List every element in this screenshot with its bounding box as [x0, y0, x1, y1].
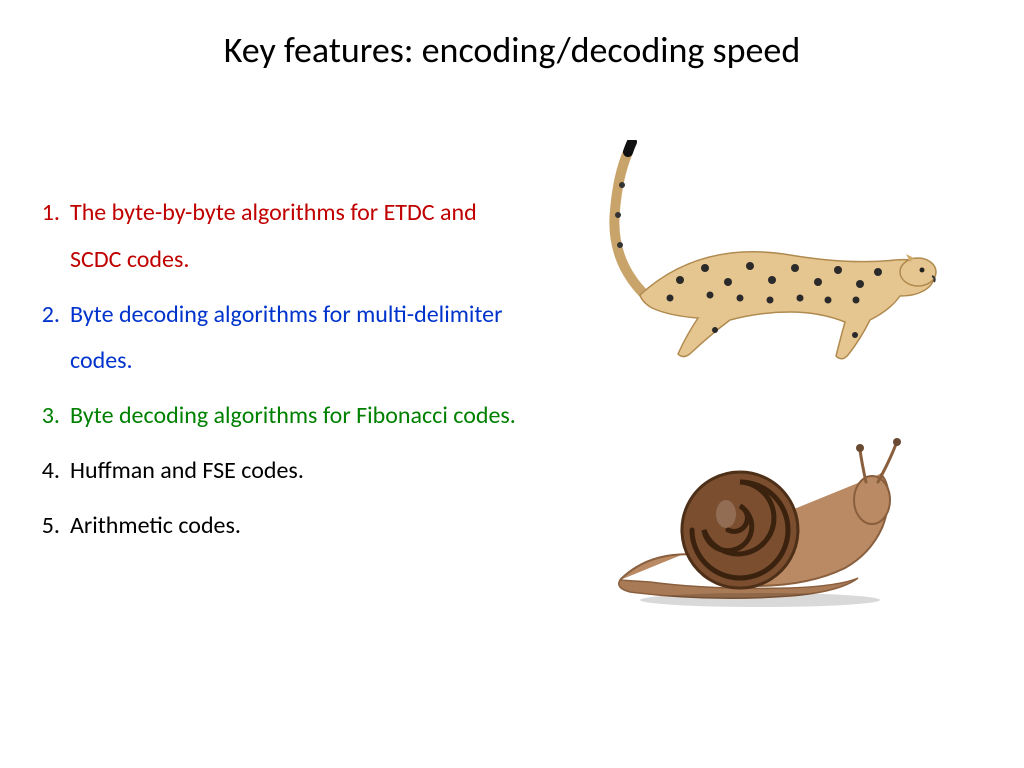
item-number: 5.: [36, 503, 70, 550]
list-item: 3. Byte decoding algorithms for Fibonacc…: [36, 393, 516, 440]
snail-icon: [590, 430, 910, 610]
item-text: Arithmetic codes.: [70, 503, 516, 550]
cheetah-icon: [560, 140, 940, 370]
item-number: 2.: [36, 292, 70, 339]
item-text: The byte-by-byte algorithms for ETDC and…: [70, 190, 516, 284]
list-item: 1. The byte-by-byte algorithms for ETDC …: [36, 190, 516, 284]
list-item: 4. Huffman and FSE codes.: [36, 448, 516, 495]
item-number: 3.: [36, 393, 70, 440]
item-text: Byte decoding algorithms for Fibonacci c…: [70, 393, 516, 440]
item-number: 1.: [36, 190, 70, 237]
item-text: Byte decoding algorithms for multi-delim…: [70, 292, 516, 386]
item-text: Huffman and FSE codes.: [70, 448, 516, 495]
list-item: 2. Byte decoding algorithms for multi-de…: [36, 292, 516, 386]
item-number: 4.: [36, 448, 70, 495]
slide-title: Key features: encoding/decoding speed: [0, 28, 1024, 72]
list-item: 5. Arithmetic codes.: [36, 503, 516, 550]
ordered-list: 1. The byte-by-byte algorithms for ETDC …: [36, 190, 516, 558]
